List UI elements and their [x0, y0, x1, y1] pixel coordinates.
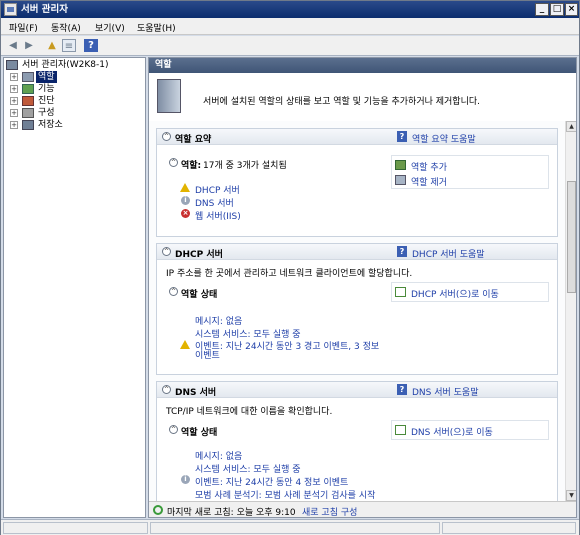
server-manager-window: 서버 관리자 _ □ × 파일(F) 동작(A) 보기(V) 도움말(H) ◀ … — [0, 0, 580, 535]
role-link-dhcp[interactable]: DHCP 서버 — [195, 183, 240, 196]
menu-bar: 파일(F) 동작(A) 보기(V) 도움말(H) — [1, 18, 579, 35]
scroll-up-icon[interactable]: ▲ — [566, 121, 576, 132]
content-area: ^ 역할 요약 ? 역할 요약 도움말 ^ 역할: 17개 중 3개가 설치됨 … — [149, 121, 565, 501]
dhcp-events-cont[interactable]: 이벤트 — [195, 348, 220, 361]
title-bar: 서버 관리자 _ □ × — [1, 1, 579, 18]
dns-events[interactable]: 이벤트: 지난 24시간 동안 4 정보 이벤트 — [195, 475, 348, 488]
roles-count: 17개 중 3개가 설치됨 — [203, 161, 287, 171]
collapse-icon[interactable]: ^ — [169, 425, 178, 434]
collapse-icon[interactable]: ^ — [162, 247, 171, 256]
maximize-button[interactable]: □ — [550, 3, 564, 16]
help-icon: ? — [397, 384, 407, 395]
expand-icon[interactable]: + — [10, 121, 18, 129]
status-cell — [442, 522, 576, 534]
role-link-iis[interactable]: 웹 서버(IIS) — [195, 209, 241, 222]
add-roles-link[interactable]: 역할 추가 — [411, 160, 447, 173]
section-title: 역할 요약 — [175, 135, 212, 145]
expand-icon[interactable]: + — [10, 73, 18, 81]
collapse-icon[interactable]: ^ — [162, 132, 171, 141]
dhcp-server-section: ^ DHCP 서버 ? DHCP 서버 도움말 IP 주소를 한 곳에서 관리하… — [156, 243, 558, 375]
warning-icon — [180, 340, 190, 349]
dns-bpa[interactable]: 모범 사례 분석기: 모범 사례 분석기 검사를 시작 — [195, 488, 375, 501]
up-folder-icon[interactable]: ▲ — [45, 39, 59, 52]
remove-roles-link[interactable]: 역할 제거 — [411, 175, 447, 188]
roles-icon — [22, 72, 34, 82]
window-status-bar — [1, 519, 579, 535]
window-title: 서버 관리자 — [21, 4, 69, 15]
roles-actions-panel: 역할 추가 역할 제거 — [391, 155, 549, 189]
refresh-status-bar: 마지막 새로 고침: 오늘 오후 9:10 새로 고침 구성 — [149, 501, 576, 518]
menu-action[interactable]: 동작(A) — [51, 21, 81, 34]
dhcp-goto-link[interactable]: DHCP 서버(으)로 이동 — [411, 287, 499, 300]
dns-goto-panel: DNS 서버(으)로 이동 — [391, 420, 549, 440]
features-icon — [22, 84, 34, 94]
expand-icon[interactable]: + — [10, 109, 18, 117]
remove-roles-icon — [395, 175, 406, 185]
refresh-icon[interactable] — [153, 505, 163, 515]
intro-section: 서버에 설치된 역할의 상태를 보고 역할 및 기능을 추가하거나 제거합니다. — [149, 73, 576, 120]
pane-header: 역할 — [149, 58, 576, 73]
warning-icon — [180, 183, 190, 192]
error-icon: × — [181, 209, 190, 218]
help-icon: ? — [397, 246, 407, 257]
goto-icon — [395, 425, 406, 435]
menu-file[interactable]: 파일(F) — [9, 21, 38, 34]
scroll-down-icon[interactable]: ▼ — [566, 490, 576, 501]
server-icon — [6, 60, 18, 70]
status-cell — [150, 522, 440, 534]
help-icon: ? — [397, 131, 407, 142]
info-icon: i — [181, 475, 190, 484]
collapse-icon[interactable]: ^ — [162, 385, 171, 394]
toolbar: ◀ ▶ ▲ ≡ ? — [1, 36, 579, 56]
menu-help[interactable]: 도움말(H) — [137, 21, 176, 34]
tree-item-roles[interactable]: + 역할 — [10, 71, 140, 83]
summary-help-link[interactable]: 역할 요약 도움말 — [412, 132, 476, 145]
add-roles-icon — [395, 160, 406, 170]
scroll-thumb[interactable] — [567, 181, 576, 293]
dns-description: TCP/IP 네트워크에 대한 이름을 확인합니다. — [166, 407, 333, 417]
dns-help-link[interactable]: DNS 서버 도움말 — [412, 385, 479, 398]
minimize-button[interactable]: _ — [535, 3, 549, 16]
vertical-scrollbar[interactable]: ▲ ▼ — [565, 121, 576, 501]
roles-label: 역할: — [181, 161, 202, 171]
details-pane: 역할 서버에 설치된 역할의 상태를 보고 역할 및 기능을 추가하거나 제거합… — [148, 57, 577, 518]
intro-text: 서버에 설치된 역할의 상태를 보고 역할 및 기능을 추가하거나 제거합니다. — [203, 97, 481, 107]
navigation-tree: 서버 관리자(W2K8-1) + 역할 + 기능 + 진단 + 구성 + 저장소 — [3, 57, 146, 518]
goto-icon — [395, 287, 406, 297]
role-status-title: 역할 상태 — [181, 290, 218, 300]
dns-services[interactable]: 시스템 서비스: 모두 실행 중 — [195, 462, 301, 475]
expand-icon[interactable]: + — [10, 97, 18, 105]
menu-view[interactable]: 보기(V) — [95, 21, 125, 34]
section-title: DHCP 서버 — [175, 250, 223, 260]
status-cell — [3, 522, 148, 534]
dns-messages[interactable]: 메시지: 없음 — [195, 449, 242, 462]
dns-server-section: ^ DNS 서버 ? DNS 서버 도움말 TCP/IP 네트워크에 대한 이름… — [156, 381, 558, 501]
last-refresh-text: 마지막 새로 고침: 오늘 오후 9:10 — [167, 508, 296, 518]
forward-icon[interactable]: ▶ — [22, 39, 36, 52]
configuration-icon — [22, 108, 34, 118]
back-icon[interactable]: ◀ — [6, 39, 20, 52]
collapse-icon[interactable]: ^ — [169, 158, 178, 167]
role-link-dns[interactable]: DNS 서버 — [195, 196, 234, 209]
show-tree-icon[interactable]: ≡ — [62, 39, 76, 52]
roles-summary-section: ^ 역할 요약 ? 역할 요약 도움말 ^ 역할: 17개 중 3개가 설치됨 … — [156, 128, 558, 237]
dns-goto-link[interactable]: DNS 서버(으)로 이동 — [411, 425, 493, 438]
diagnostics-icon — [22, 96, 34, 106]
dhcp-goto-panel: DHCP 서버(으)로 이동 — [391, 282, 549, 302]
close-button[interactable]: × — [565, 3, 578, 16]
collapse-icon[interactable]: ^ — [169, 287, 178, 296]
section-title: DNS 서버 — [175, 388, 217, 398]
storage-icon — [22, 120, 34, 130]
server-roles-icon — [157, 79, 181, 113]
dhcp-help-link[interactable]: DHCP 서버 도움말 — [412, 247, 485, 260]
info-icon: i — [181, 196, 190, 205]
expand-icon[interactable]: + — [10, 85, 18, 93]
dhcp-messages[interactable]: 메시지: 없음 — [195, 314, 242, 327]
dhcp-description: IP 주소를 한 곳에서 관리하고 네트워크 클라이언트에 할당합니다. — [166, 269, 413, 279]
server-manager-app-icon — [4, 3, 17, 16]
dhcp-events[interactable]: 이벤트: 지난 24시간 동안 3 경고 이벤트, 3 정보 — [195, 339, 379, 352]
role-status-title: 역할 상태 — [181, 428, 218, 438]
help-icon[interactable]: ? — [84, 39, 98, 52]
configure-refresh-link[interactable]: 새로 고침 구성 — [302, 505, 357, 517]
